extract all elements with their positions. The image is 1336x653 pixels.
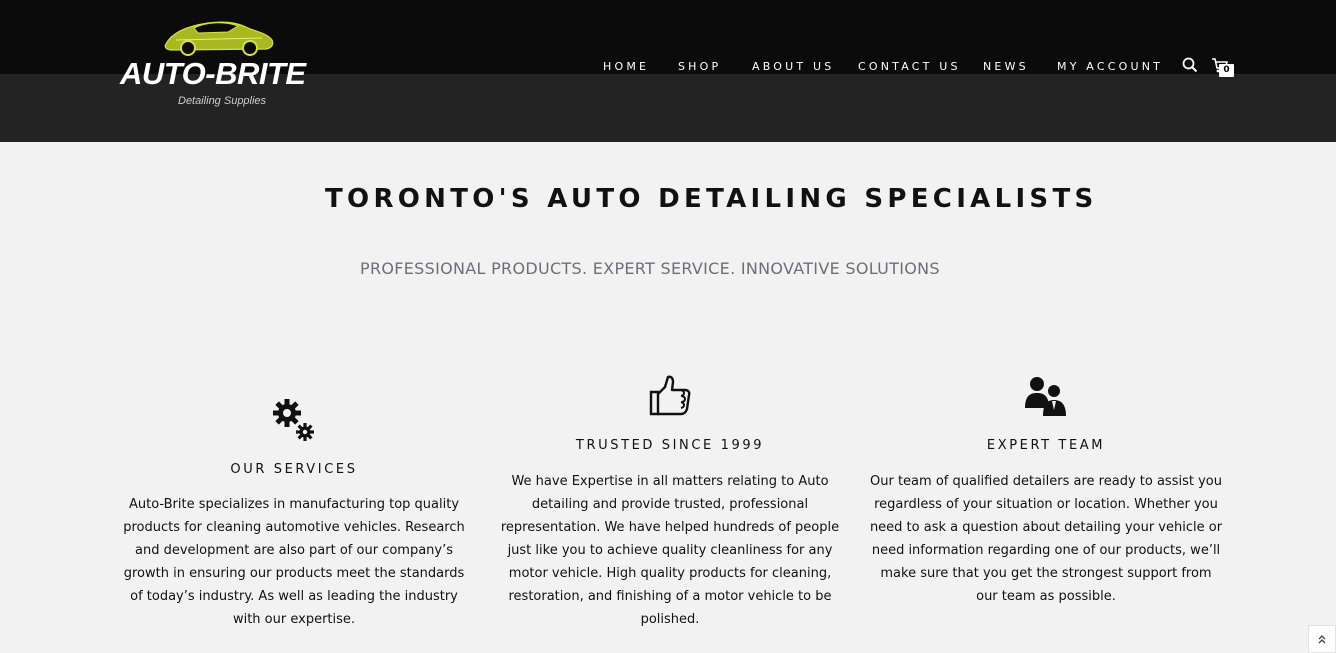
search-icon[interactable] [1181,56,1199,74]
main-nav: HOME SHOP ABOUT US CONTACT US NEWS MY AC… [0,60,1336,74]
page-subtitle: PROFESSIONAL PRODUCTS. EXPERT SERVICE. I… [360,259,940,278]
thumbs-up-icon [649,375,691,416]
feature-text: Our team of qualified detailers are read… [869,474,1223,604]
nav-item-my-account[interactable]: MY ACCOUNT [1057,60,1163,73]
brand-tagline: Detailing Supplies [178,95,267,107]
gears-icon [273,399,314,441]
feature-title: EXPERT TEAM [986,438,1106,453]
scroll-to-top-button[interactable] [1308,625,1336,653]
cart-count-badge: 0 [1219,64,1234,77]
nav-item-shop[interactable]: SHOP [678,60,721,73]
feature-text: Auto-Brite specializes in manufacturing … [123,497,465,627]
nav-item-news[interactable]: NEWS [983,60,1029,73]
page-title: TORONTO'S AUTO DETAILING SPECIALISTS [325,184,1098,214]
site-header: AUTO-BRITE Detailing Supplies HOME SHOP … [0,0,1336,142]
feature-title: OUR SERVICES [230,462,358,477]
nav-item-contact-us[interactable]: CONTACT US [858,60,961,73]
feature-text: We have Expertise in all matters relatin… [500,474,840,627]
team-icon [1025,377,1066,416]
car-logo-icon [164,21,274,56]
nav-item-home[interactable]: HOME [603,60,649,73]
feature-our-services: OUR SERVICES Auto-Brite specializes in m… [116,380,472,627]
feature-title: TRUSTED SINCE 1999 [575,438,765,453]
nav-item-about-us[interactable]: ABOUT US [752,60,834,73]
feature-trusted-since-1999: TRUSTED SINCE 1999 We have Expertise in … [492,370,848,627]
double-chevron-up-icon [1318,635,1326,644]
feature-expert-team: EXPERT TEAM Our team of qualified detail… [868,370,1224,610]
